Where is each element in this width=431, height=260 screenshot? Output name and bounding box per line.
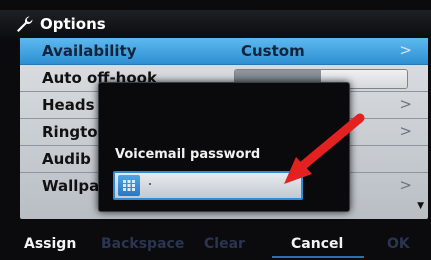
keypad-icon[interactable] <box>118 175 140 196</box>
wrench-icon <box>17 16 33 32</box>
chevron-right-icon: > <box>399 95 412 113</box>
backspace-button[interactable]: Backspace <box>101 236 184 252</box>
list-item-label: Availability <box>42 42 137 60</box>
cancel-focus-indicator <box>272 256 364 258</box>
softkey-bar: Assign Backspace Clear Cancel OK <box>0 231 431 260</box>
title-bar: Options <box>0 10 431 38</box>
list-item-value: Custom <box>241 42 305 60</box>
chevron-right-icon: > <box>399 176 412 194</box>
voicemail-password-label: Voicemail password <box>115 147 261 162</box>
chevron-right-icon: > <box>399 41 412 59</box>
clear-button[interactable]: Clear <box>204 236 245 252</box>
list-item-label: Heads <box>42 96 95 114</box>
assign-button[interactable]: Assign <box>24 236 76 252</box>
text-cursor <box>149 183 151 185</box>
page-title: Options <box>40 15 106 33</box>
voicemail-password-dialog: Voicemail password <box>98 82 350 212</box>
list-item-availability[interactable]: Availability Custom > <box>20 38 428 65</box>
scroll-down-icon: ▼ <box>417 201 424 211</box>
cancel-button[interactable]: Cancel <box>291 236 343 252</box>
list-item-label: Wallpa <box>42 177 100 195</box>
ok-button[interactable]: OK <box>387 236 410 252</box>
chevron-right-icon: > <box>399 122 412 140</box>
voicemail-password-input[interactable] <box>113 171 303 200</box>
phone-screen: Options Availability Custom > Auto off-h… <box>0 0 431 260</box>
list-item-label: Ringto <box>42 123 98 141</box>
list-item-label: Audib <box>42 150 91 168</box>
